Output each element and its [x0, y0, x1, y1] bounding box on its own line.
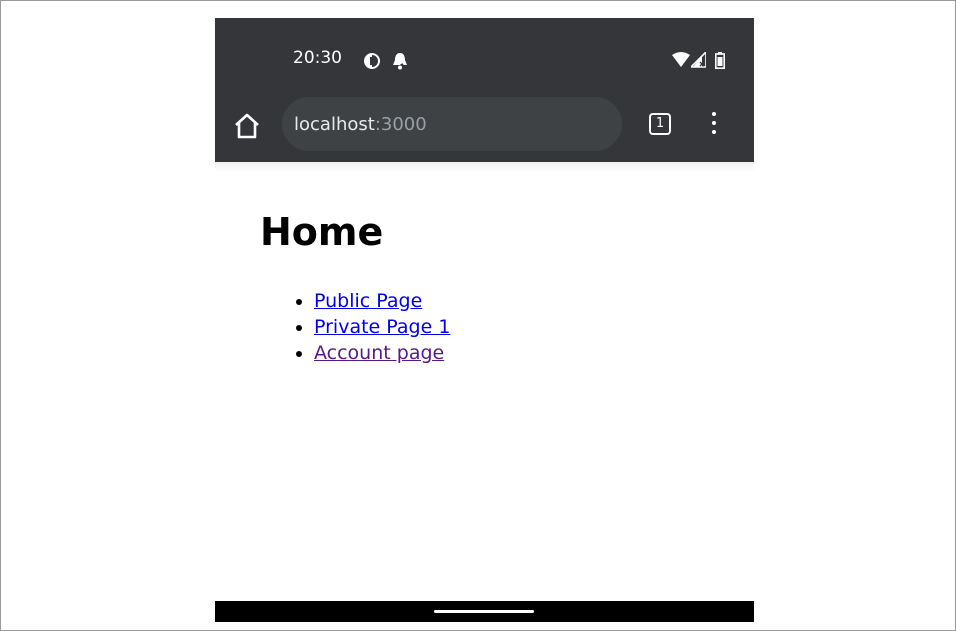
signal-icon — [689, 50, 707, 73]
page-title: Home — [260, 210, 384, 254]
system-nav-bar — [215, 601, 754, 622]
status-time: 20:30 — [293, 48, 342, 68]
url-text: localhost:3000 — [294, 114, 427, 135]
url-host: localhost — [294, 114, 375, 135]
url-bar[interactable]: localhost:3000 — [282, 97, 622, 151]
home-icon[interactable] — [233, 112, 263, 142]
tab-count: 1 — [655, 116, 665, 131]
gesture-handle[interactable] — [434, 610, 534, 613]
more-vert-icon[interactable] — [707, 110, 721, 138]
screenshot-frame: 20:30 localhost:3000 1 Home • Public Pag… — [0, 0, 956, 631]
battery-icon — [715, 52, 725, 74]
list-item: Account page — [314, 340, 450, 366]
wifi-icon — [672, 52, 690, 73]
tab-switcher-icon[interactable]: 1 — [649, 113, 671, 135]
data-saver-icon — [363, 52, 381, 75]
list-item: Private Page 1 — [314, 314, 450, 340]
public-page-link[interactable]: Public Page — [314, 290, 422, 312]
notification-icon — [391, 52, 409, 75]
url-port: :3000 — [374, 114, 427, 135]
toolbar-shadow — [215, 162, 754, 172]
list-item: Public Page — [314, 288, 450, 314]
account-page-link[interactable]: Account page — [314, 342, 444, 364]
private-page-1-link[interactable]: Private Page 1 — [314, 316, 450, 338]
phone-screen: 20:30 localhost:3000 1 Home • Public Pag… — [215, 18, 754, 622]
browser-toolbar: localhost:3000 1 — [215, 82, 754, 162]
nav-link-list: Public Page Private Page 1 Account page — [287, 288, 450, 366]
